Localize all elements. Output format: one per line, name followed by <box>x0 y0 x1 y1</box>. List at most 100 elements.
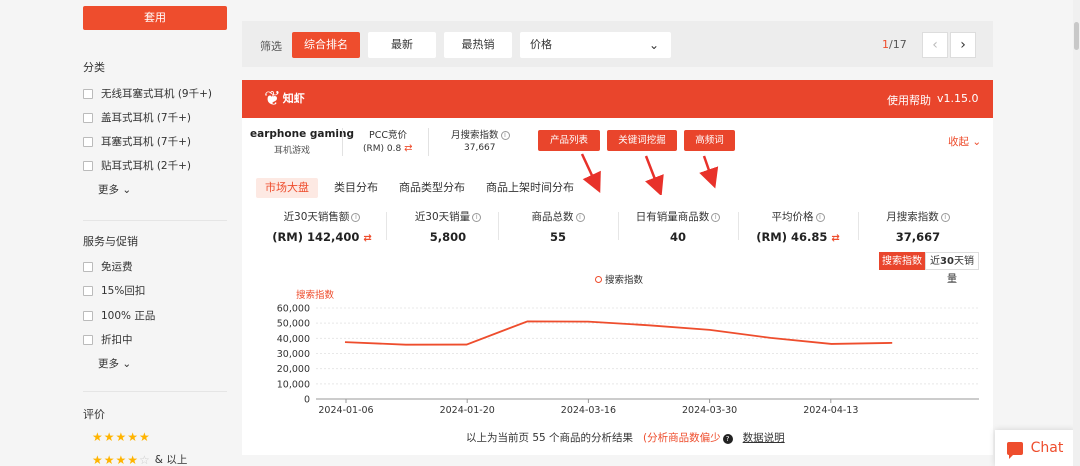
checkbox[interactable] <box>83 112 93 123</box>
divider <box>83 220 227 221</box>
high-frequency-words-button[interactable]: 高频词 <box>684 130 735 151</box>
category-option[interactable]: 盖耳式耳机 (7千+) <box>83 110 191 125</box>
service-more-link[interactable]: 更多 ⌄ <box>98 356 131 371</box>
sort-latest-button[interactable]: 最新 <box>368 32 436 58</box>
category-option[interactable]: 耳塞式耳机 (7千+) <box>83 134 191 149</box>
checkbox[interactable] <box>83 285 93 296</box>
sort-top-sales-button[interactable]: 最热销 <box>444 32 512 58</box>
y-tick-label: 10,000 <box>277 379 310 390</box>
help-link[interactable]: 使用帮助 <box>887 92 931 108</box>
rating-title: 评价 <box>83 408 105 421</box>
keyword-mining-button[interactable]: 关键词挖掘 <box>607 130 677 151</box>
arrow <box>699 155 719 189</box>
pcc-value: (RM) 0.8 ⇄ <box>363 143 413 154</box>
service-option[interactable]: 免运费 <box>83 259 133 274</box>
sort-relevance-button[interactable]: 综合排名 <box>292 32 360 58</box>
x-tick-label: 2024-03-30 <box>682 405 737 416</box>
data-explanation-link[interactable]: 数据说明 <box>743 430 785 445</box>
category-more-link[interactable]: 更多 ⌄ <box>98 182 131 197</box>
chevron-down-icon: ⌄ <box>648 38 659 52</box>
info-icon: i <box>472 213 482 222</box>
checkbox[interactable] <box>83 160 93 171</box>
chart-legend[interactable]: 搜索指数 <box>595 272 643 286</box>
category-title: 分类 <box>83 61 105 74</box>
chevron-down-icon: ⌄ <box>972 136 982 148</box>
info-icon: i <box>351 213 361 222</box>
series-line <box>344 320 893 346</box>
info-icon: i <box>711 213 721 222</box>
swap-icon: ⇄ <box>404 143 413 154</box>
toggle-search-index[interactable]: 搜索指数 <box>879 252 925 270</box>
chevron-down-icon: ⌄ <box>122 184 132 196</box>
tab-listing-time-distribution[interactable]: 商品上架时间分布 <box>486 178 574 198</box>
info-icon: i <box>500 131 510 140</box>
tab-category-distribution[interactable]: 类目分布 <box>334 178 378 198</box>
x-tick-label: 2024-01-20 <box>440 405 495 416</box>
pcc-label: PCC竞价 <box>369 130 407 141</box>
y-tick-label: 0 <box>304 395 310 406</box>
x-tick-label: 2024-04-13 <box>803 405 858 416</box>
stat-sales-30d: 近30天销售额 i (RM) 142,400 ⇄ <box>272 211 372 244</box>
scrollbar[interactable] <box>1073 0 1080 466</box>
x-tick-label: 2024-03-16 <box>561 405 616 416</box>
category-option[interactable]: 无线耳塞式耳机 (9千+) <box>83 86 212 101</box>
service-title: 服务与促销 <box>83 235 138 248</box>
checkbox[interactable] <box>83 310 93 321</box>
service-option[interactable]: 100% 正品 <box>83 308 155 323</box>
scrollbar-thumb <box>1074 22 1079 50</box>
swap-icon: ⇄ <box>831 233 840 244</box>
y-tick-label: 60,000 <box>277 304 310 315</box>
info-icon: i <box>940 213 950 222</box>
divider <box>386 212 387 240</box>
star-icon: ★★★★★ <box>92 430 151 444</box>
toggle-sales-30d[interactable]: 近30天销量 <box>925 252 979 285</box>
filter-label: 筛选 <box>260 40 282 53</box>
divider <box>342 128 343 156</box>
tab-product-type-distribution[interactable]: 商品类型分布 <box>399 178 465 198</box>
swap-icon: ⇄ <box>363 233 372 244</box>
y-tick-label: 40,000 <box>277 334 310 345</box>
sample-warning: (分析商品数偏少? <box>643 430 733 445</box>
stat-product-count: 商品总数 i 55 <box>498 209 618 244</box>
price-select[interactable]: 价格 ⌄ <box>520 32 671 58</box>
stat-monthly-search-index: 月搜索指数 i 37,667 <box>858 209 978 244</box>
apply-button[interactable]: 套用 <box>83 6 227 30</box>
collapse-toggle[interactable]: 收起 ⌄ <box>948 134 981 149</box>
y-tick-label: 50,000 <box>277 319 310 330</box>
checkbox[interactable] <box>83 88 93 99</box>
next-page-button[interactable]: › <box>950 32 976 58</box>
stat-avg-price: 平均价格 i (RM) 46.85 ⇄ <box>756 211 840 244</box>
search-index-value: 37,667 <box>464 143 496 153</box>
divider <box>83 391 227 392</box>
product-list-button[interactable]: 产品列表 <box>538 130 600 151</box>
search-index-label: 月搜索指数 i <box>451 127 510 141</box>
service-option[interactable]: 折扣中 <box>83 332 133 347</box>
search-index-line-chart: 60,000 50,000 40,000 30,000 20,000 10,000 0 202… <box>277 304 979 416</box>
info-icon: i <box>815 213 825 222</box>
chat-button[interactable]: Chat <box>995 430 1075 466</box>
tab-market-overview[interactable]: 市场大盘 <box>256 178 318 198</box>
version-label: v1.15.0 <box>937 92 979 105</box>
y-tick-label: 30,000 <box>277 349 310 360</box>
rating-5-stars[interactable]: ★★★★★ <box>92 430 151 444</box>
service-option[interactable]: 15%回扣 <box>83 283 145 298</box>
analysis-footer: 以上为当前页 55 个商品的分析结果 (分析商品数偏少? 数据说明 <box>466 430 785 445</box>
stat-units-30d: 近30天销量 i 5,800 <box>388 209 508 244</box>
checkbox[interactable] <box>83 136 93 147</box>
info-icon: i <box>575 213 585 222</box>
annotation-arrows <box>580 153 719 195</box>
category-option[interactable]: 贴耳式耳机 (2千+) <box>83 158 191 173</box>
stat-products-with-sales: 日有销量商品数 i 40 <box>618 209 738 244</box>
checkbox[interactable] <box>83 334 93 345</box>
keyword-title: earphone gaming <box>250 128 354 140</box>
chevron-down-icon: ⌄ <box>122 358 132 370</box>
star-icon: ★★★★ <box>92 452 140 466</box>
brand-logo: ❦ 知虾 <box>264 86 305 110</box>
panel-header <box>242 80 993 118</box>
divider <box>428 128 429 156</box>
rating-4-stars[interactable]: ★★★★ ☆ & 以上 <box>92 452 187 466</box>
prev-page-button[interactable]: ‹ <box>922 32 948 58</box>
checkbox[interactable] <box>83 261 93 272</box>
legend-marker <box>595 275 602 283</box>
page-indicator: 1/17 <box>882 38 907 51</box>
